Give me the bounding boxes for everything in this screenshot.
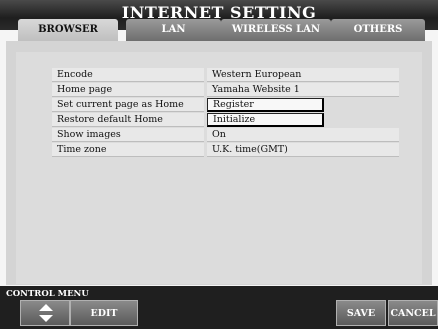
tab-label: WIRELESS LAN (231, 24, 321, 35)
initialize-button[interactable]: Initialize (207, 113, 324, 127)
setting-label: Restore default Home (52, 113, 204, 127)
setting-label: Time zone (52, 143, 204, 157)
tab-others[interactable]: OTHERS (331, 19, 425, 41)
edit-button[interactable]: EDIT (70, 300, 138, 326)
internet-setting-screen: INTERNET SETTING BROWSER LAN WIRELESS LA… (0, 0, 438, 329)
save-button[interactable]: SAVE (336, 300, 386, 326)
tab-label: LAN (161, 24, 186, 35)
up-down-arrows-button[interactable] (20, 300, 70, 326)
setting-row-show-images[interactable]: Show images On (52, 128, 399, 142)
tab-wireless-lan[interactable]: WIRELESS LAN (221, 19, 331, 41)
setting-label: Show images (52, 128, 204, 142)
tab-label: BROWSER (38, 24, 98, 35)
tab-browser[interactable]: BROWSER (18, 19, 118, 43)
setting-row-set-home[interactable]: Set current page as Home Register (52, 98, 399, 112)
setting-row-home-page[interactable]: Home page Yamaha Website 1 (52, 83, 399, 97)
setting-row-restore-home[interactable]: Restore default Home Initialize (52, 113, 399, 127)
setting-value[interactable]: Yamaha Website 1 (207, 83, 399, 97)
setting-label: Encode (52, 68, 204, 82)
settings-list: Encode Western European Home page Yamaha… (52, 68, 399, 158)
setting-value[interactable]: U.K. time(GMT) (207, 143, 399, 157)
tab-label: OTHERS (353, 24, 403, 35)
setting-row-time-zone[interactable]: Time zone U.K. time(GMT) (52, 143, 399, 157)
register-button[interactable]: Register (207, 98, 324, 112)
cancel-button[interactable]: CANCEL (388, 300, 438, 326)
setting-label: Home page (52, 83, 204, 97)
tab-lan[interactable]: LAN (126, 19, 221, 41)
up-down-arrows-icon (39, 304, 53, 322)
control-menu-label: CONTROL MENU (6, 289, 89, 299)
setting-value[interactable]: Western European (207, 68, 399, 82)
setting-row-encode[interactable]: Encode Western European (52, 68, 399, 82)
setting-label: Set current page as Home (52, 98, 204, 112)
setting-value[interactable]: On (207, 128, 399, 142)
